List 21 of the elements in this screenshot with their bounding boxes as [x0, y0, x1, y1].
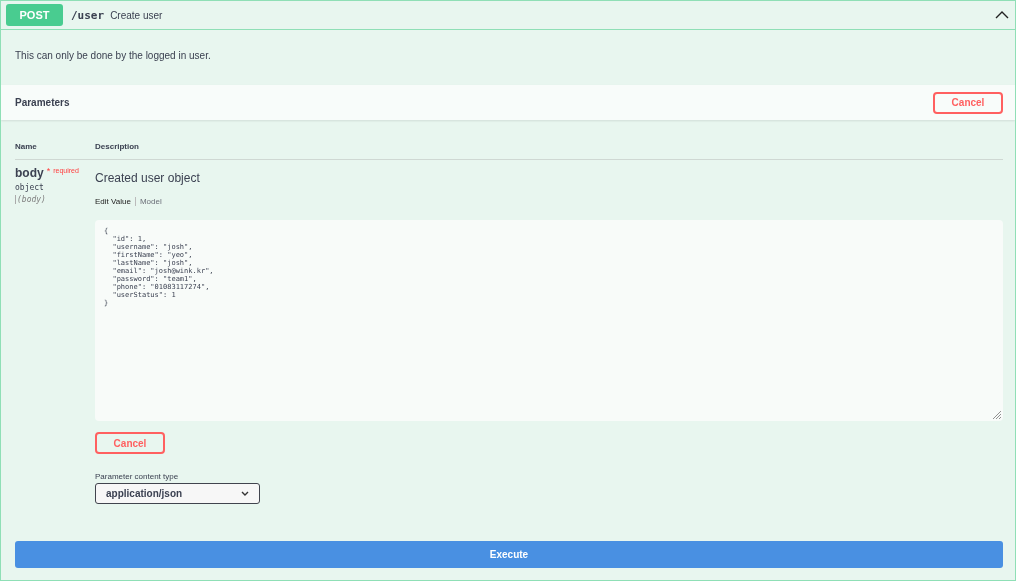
caret-icon	[241, 491, 249, 496]
operation-description: This can only be done by the logged in user.	[14, 49, 212, 63]
tab[interactable]: Edit Value	[95, 197, 136, 206]
parameter-description: Created user object	[95, 171, 200, 185]
column-header: Description	[95, 142, 139, 151]
operation-summary: Create user	[110, 9, 164, 21]
column-header: Name	[15, 142, 38, 151]
content-type-dropdown[interactable]: application/json	[95, 483, 260, 504]
chevron-up-icon[interactable]	[995, 10, 1009, 20]
content-type-label: Parameter content type	[95, 472, 179, 481]
parameter-location: (body)	[15, 195, 46, 204]
endpoint-path: /user	[71, 8, 105, 22]
parameters-title: Parameters	[15, 97, 70, 108]
method-badge: POST	[6, 4, 63, 26]
tab[interactable]: Model	[135, 197, 166, 206]
resize-handle-icon[interactable]	[993, 411, 1001, 419]
parameter-name: body	[15, 166, 44, 180]
dropdown-value: application/json	[106, 488, 183, 499]
parameter-type: object	[15, 183, 45, 192]
operation-header[interactable]: POST /user Create user	[1, 1, 1015, 30]
required-mark: *	[46, 166, 51, 176]
